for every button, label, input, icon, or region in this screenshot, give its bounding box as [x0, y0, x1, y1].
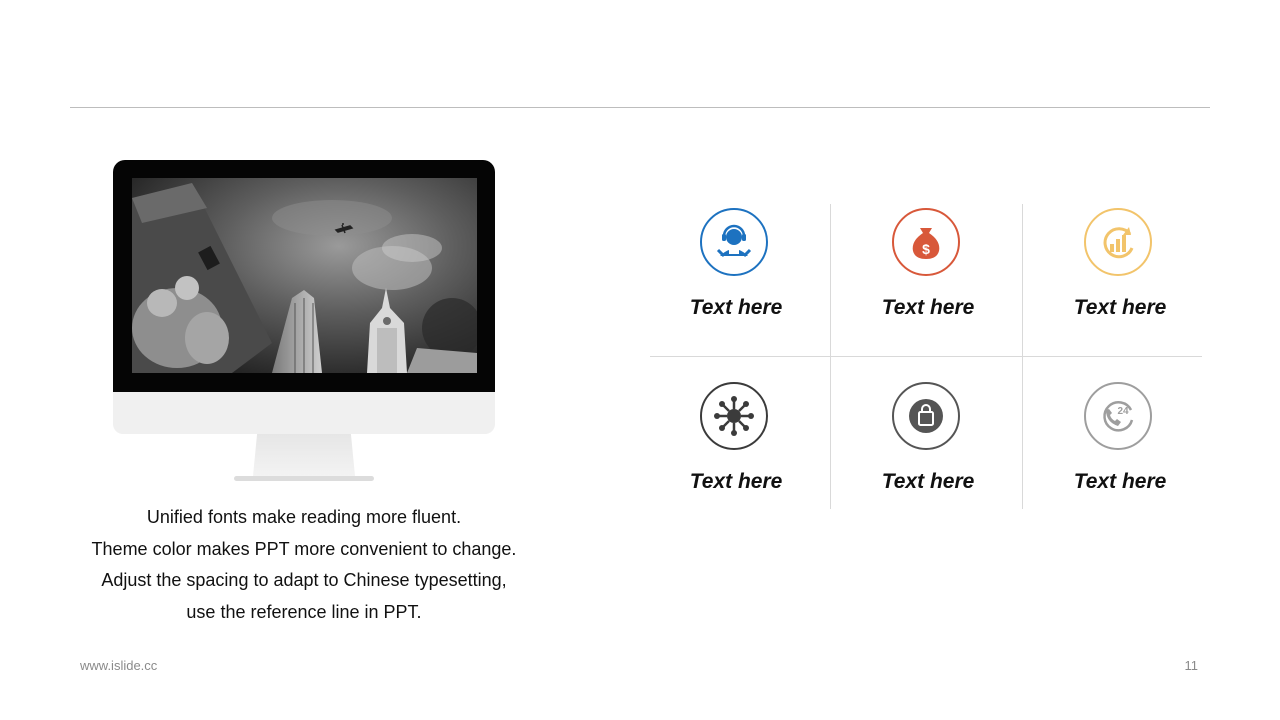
user-service-icon: [700, 208, 768, 276]
feature-item-shopping: Text here: [844, 378, 1012, 498]
grid-divider-horizontal: [650, 356, 1202, 357]
svg-text:$: $: [922, 241, 930, 257]
feature-label: Text here: [1073, 296, 1167, 319]
feature-label: Text here: [1073, 470, 1167, 493]
money-bag-icon: $: [892, 208, 960, 276]
monitor-stand-foot: [234, 476, 374, 481]
feature-label: Text here: [881, 296, 975, 319]
caption-line: Unified fonts make reading more fluent.: [146, 507, 462, 527]
page-number: 11: [1184, 658, 1199, 673]
feature-item-money: $ Text here: [844, 204, 1012, 324]
footer-website: www.islide.cc: [80, 658, 158, 673]
description-text: Unified fonts make reading more fluent. …: [64, 502, 544, 628]
chart-refresh-icon: [1084, 208, 1152, 276]
city-skyline-photo: [132, 178, 477, 373]
monitor-illustration: [113, 160, 495, 482]
feature-label: Text here: [881, 470, 975, 493]
shopping-bag-icon: [892, 382, 960, 450]
feature-grid: Text here $ Text here Text here Text her…: [650, 204, 1202, 509]
phone-24-icon: 24: [1084, 382, 1152, 450]
monitor-screen-bezel: [113, 160, 495, 392]
feature-label: Text here: [689, 470, 783, 493]
top-divider: [70, 107, 1210, 108]
caption-line: use the reference line in PPT.: [186, 601, 422, 622]
caption-line: Adjust the spacing to adapt to Chinese t…: [101, 570, 507, 590]
feature-item-user-service: Text here: [652, 204, 820, 324]
feature-item-phone-24: 24 Text here: [1036, 378, 1204, 498]
feature-label: Text here: [689, 296, 783, 319]
feature-item-chart: Text here: [1036, 204, 1204, 324]
caption-line: Theme color makes PPT more convenient to…: [91, 538, 517, 559]
svg-text:24: 24: [1117, 406, 1129, 417]
network-icon: [700, 382, 768, 450]
feature-item-network: Text here: [652, 378, 820, 498]
monitor-chin: [113, 392, 495, 434]
monitor-stand-neck: [253, 434, 355, 476]
